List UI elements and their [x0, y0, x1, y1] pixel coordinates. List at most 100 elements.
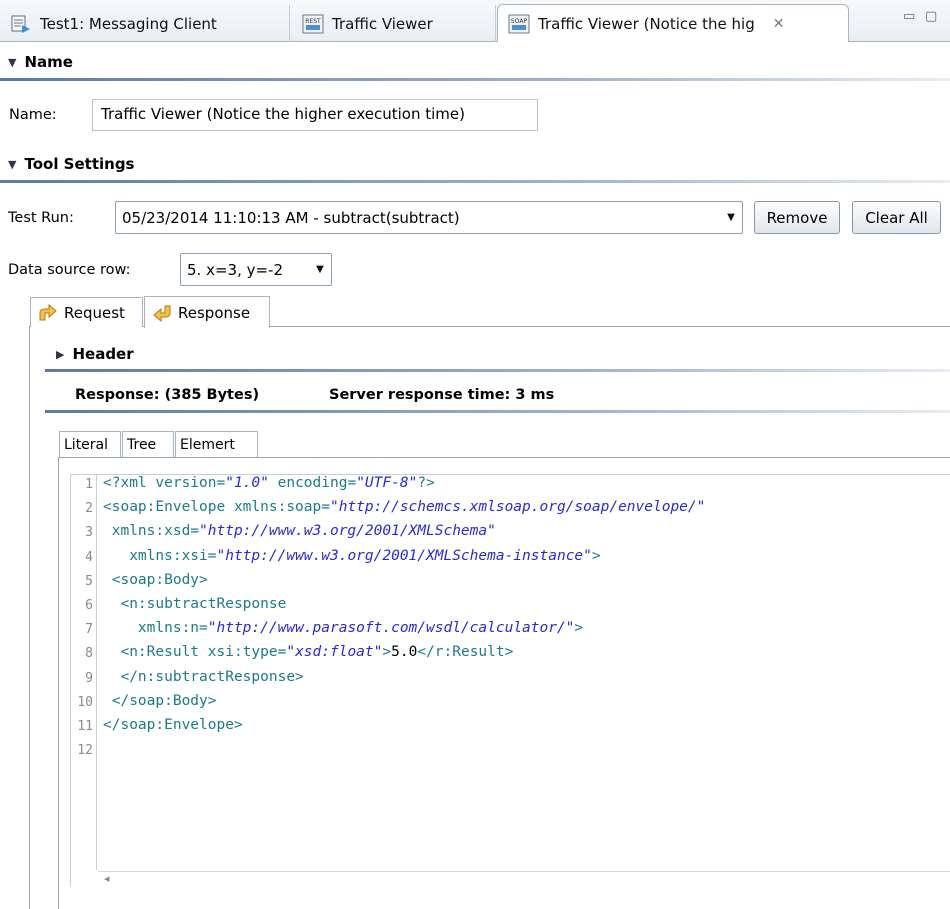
line-number: 4 [85, 549, 93, 565]
tab-label: Response [178, 303, 251, 322]
code-line: <n:subtractResponse [103, 596, 286, 612]
tab-test1-messaging-client[interactable]: Test1: Messaging Client [0, 5, 290, 42]
tab-element[interactable]: Elemert [175, 431, 258, 457]
code-token: "http://www.w3.org/2001/XMLSchema-instan… [216, 547, 592, 564]
request-arrow-icon [37, 303, 59, 323]
code-line: </n:subtractResponse> [103, 668, 304, 685]
code-token: </soap:Envelope> [103, 717, 243, 733]
collapsed-triangle-icon: ▶ [56, 347, 65, 361]
code-token: </soap:Body> [103, 692, 217, 709]
code-token: encoding= [268, 475, 357, 491]
tab-tree[interactable]: Tree [122, 431, 174, 457]
code-token: xmlns:soap= [233, 499, 330, 516]
code-line: </soap:Envelope> [103, 717, 243, 733]
test-run-label: Test Run: [8, 210, 74, 226]
maximize-icon[interactable]: ▢ [925, 9, 937, 24]
tab-literal[interactable]: Literal [59, 431, 121, 457]
code-token: "1.0" [225, 475, 269, 491]
test-suite-icon [10, 14, 32, 34]
code-token: > [591, 547, 601, 564]
code-token: xmlns:xsi= [103, 547, 217, 564]
section-divider [45, 369, 950, 372]
code-token: ?> [417, 475, 435, 491]
tab-request[interactable]: Request [30, 297, 143, 327]
section-divider [45, 410, 950, 413]
code-token: "http://schemcs.xmlsoap.org/soap/envelop… [329, 499, 706, 516]
section-title: Tool Settings [24, 155, 135, 173]
code-token: <soap:Body> [103, 571, 208, 588]
remove-button[interactable]: Remove [754, 201, 840, 234]
code-token: xmlns:n= [103, 620, 208, 637]
response-size-text: Response: (385 Bytes) [75, 387, 260, 403]
test-run-select[interactable]: 05/23/2014 11:10:13 AM - subtract(subtra… [115, 201, 743, 234]
code-line: <n:Result xsi:type="xsd:float">5.0</r:Re… [103, 644, 513, 660]
code-token: <soap:Envelope [103, 499, 234, 516]
code-token: "xsd:float" [286, 644, 383, 661]
soap-client-icon: SOAP [508, 14, 530, 34]
chevron-down-icon: ▼ [316, 264, 324, 275]
tab-traffic-viewer-rest[interactable]: REST Traffic Viewer [292, 5, 496, 42]
code-line: xmlns:xsi="http://www.w3.org/2001/XMLSch… [103, 547, 601, 564]
rest-icon-text: REST [305, 18, 321, 25]
tab-label: Request [64, 303, 125, 322]
horizontal-scrollbar[interactable]: ◂ [98, 871, 950, 887]
line-number: 12 [77, 743, 93, 759]
code-token: </r:Result> [417, 644, 514, 661]
xml-response-editor[interactable]: 1 2 3 4 5 6 7 8 9 10 11 12 <?xml version="1.0" enco… [70, 474, 950, 887]
tab-traffic-viewer-soap[interactable]: SOAP Traffic Viewer (Notice the hig ✕ [497, 4, 849, 42]
code-token: </n:subtractResponse> [103, 668, 304, 685]
line-number: 2 [85, 501, 93, 517]
code-token: 5.0 [391, 644, 418, 661]
scroll-left-icon[interactable]: ◂ [104, 872, 110, 885]
soap-icon-text: SOAP [511, 18, 528, 25]
test-run-value: 05/23/2014 11:10:13 AM - subtract(subtra… [122, 208, 460, 227]
section-title: Header [72, 345, 134, 363]
line-number: 8 [85, 646, 93, 662]
code-token: > [574, 620, 584, 637]
line-number-gutter: 1 2 3 4 5 6 7 8 9 10 11 12 [71, 475, 97, 870]
line-number: 3 [85, 525, 93, 541]
code-line: <?xml version="1.0" encoding="UTF-8"?> [103, 475, 435, 491]
code-token: xsi:type= [207, 644, 287, 661]
minimize-icon[interactable]: ▭ [903, 9, 915, 24]
data-source-label: Data source row: [8, 262, 131, 278]
code-token: version= [155, 475, 226, 491]
name-label: Name: [9, 107, 57, 123]
tool-settings-section-header[interactable]: ▼ Tool Settings [0, 150, 950, 178]
tab-label: Test1: Messaging Client [40, 14, 217, 33]
code-line: <soap:Envelope xmlns:soap="http://schemc… [103, 499, 705, 515]
data-source-select[interactable]: 5. x=3, y=-2 ▼ [180, 253, 332, 286]
header-section-header[interactable]: ▶ Header [48, 340, 950, 368]
name-section-header[interactable]: ▼ Name [0, 48, 950, 76]
code-token: <n:subtractResponse [103, 596, 287, 612]
code-line: </soap:Body> [103, 693, 217, 709]
tab-response[interactable]: Response [144, 296, 270, 328]
section-divider [0, 78, 950, 81]
chevron-down-icon: ▼ [727, 212, 735, 223]
code-token: "UTF-8" [356, 475, 418, 491]
code-token: <n:Result [103, 644, 208, 661]
code-line: xmlns:xsd="http://www.w3.org/2001/XMLSch… [103, 523, 496, 539]
line-number: 10 [77, 694, 93, 710]
line-number: 9 [85, 670, 93, 686]
line-number: 7 [85, 622, 93, 638]
name-field[interactable]: Traffic Viewer (Notice the higher execut… [92, 99, 538, 131]
tab-label: Traffic Viewer [332, 14, 433, 33]
clear-all-button[interactable]: Clear All [852, 201, 941, 234]
expanded-triangle-icon: ▼ [8, 157, 17, 171]
line-number: 1 [85, 477, 93, 492]
code-token: "http://www.w3.org/2001/XMLSchema" [199, 523, 496, 540]
section-divider [0, 180, 950, 183]
data-source-value: 5. x=3, y=-2 [187, 260, 284, 279]
code-token: > [382, 644, 392, 661]
code-token: <?xml [103, 475, 156, 491]
code-token: xmlns:xsd= [103, 523, 200, 540]
tab-label: Traffic Viewer (Notice the hig [538, 14, 755, 33]
expanded-triangle-icon: ▼ [8, 55, 17, 69]
line-number: 5 [85, 573, 93, 589]
line-number: 11 [77, 719, 93, 734]
rest-client-icon: REST [302, 14, 324, 34]
close-tab-icon[interactable]: ✕ [773, 16, 785, 32]
code-line: xmlns:n="http://www.parasoft.com/wsdl/ca… [103, 620, 583, 636]
code-line: <soap:Body> [103, 572, 208, 588]
